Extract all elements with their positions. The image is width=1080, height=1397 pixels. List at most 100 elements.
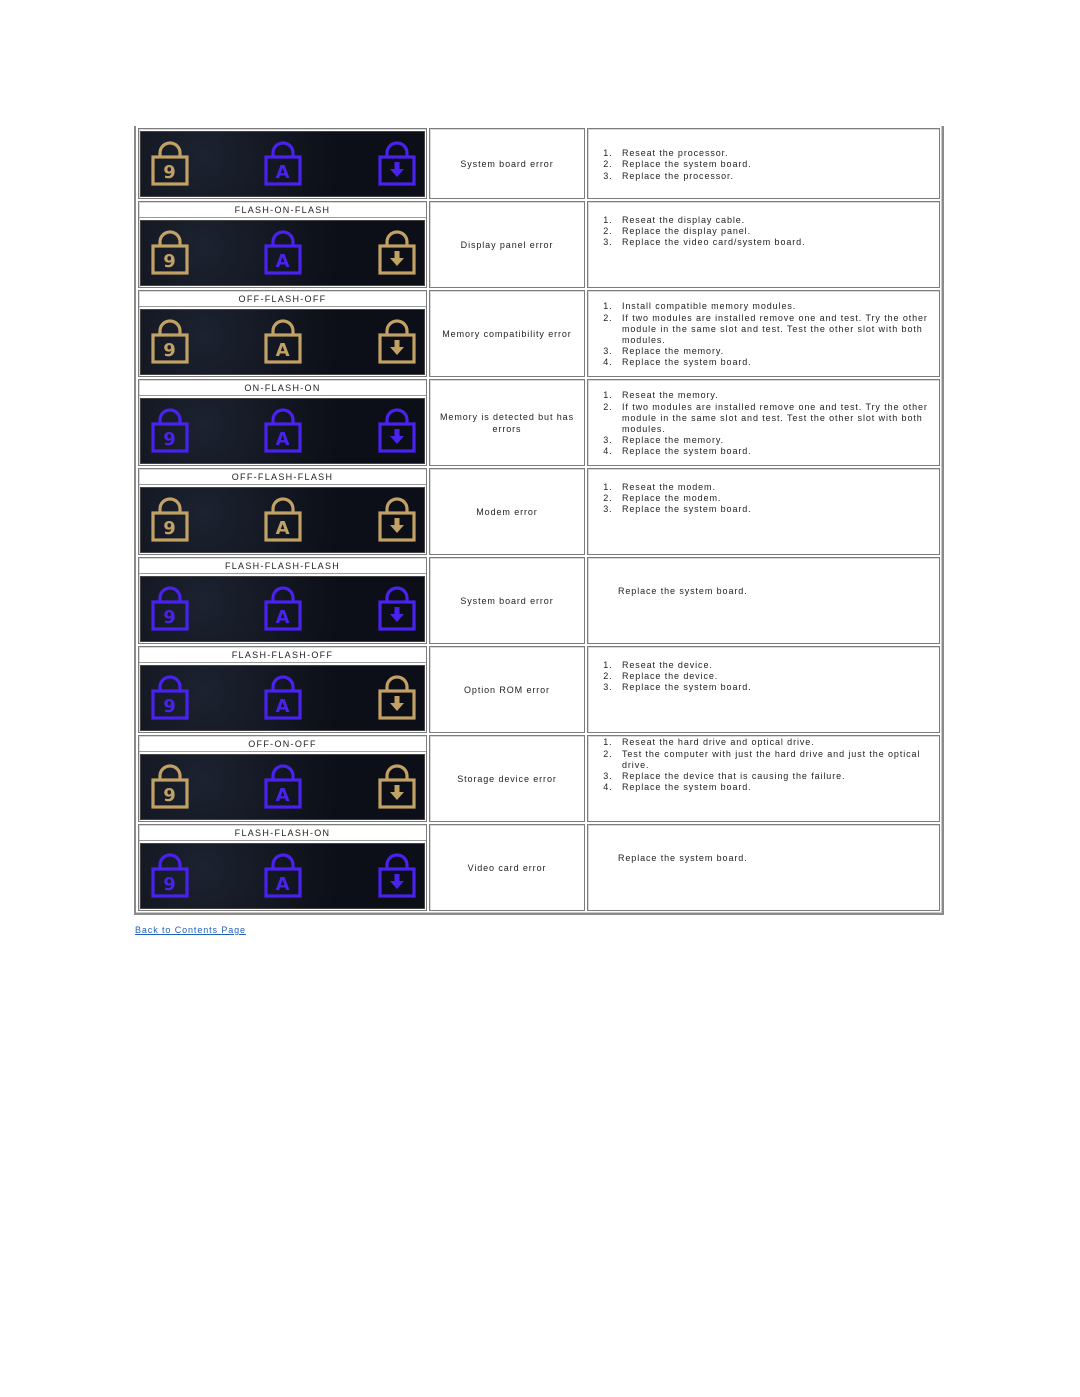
resolution-steps: Reseat the modem.Replace the modem.Repla…	[588, 482, 939, 516]
resolution-cell: Reseat the display cable.Replace the dis…	[587, 201, 940, 288]
resolution-cell: Reseat the modem.Replace the modem.Repla…	[587, 468, 940, 555]
led-pattern-cell: OFF-FLASH-FLASH 9A	[138, 468, 427, 555]
led-pattern-cell: 9A	[138, 128, 427, 199]
caps-lock-icon: A	[264, 318, 302, 364]
num-lock-icon: 9	[151, 674, 189, 720]
a-glyph: A	[276, 340, 291, 361]
resolution-cell: Replace the system board.	[587, 824, 940, 911]
down-arrow-glyph	[390, 873, 404, 889]
led-panel-image: 9A	[140, 397, 425, 464]
led-panel-image: 9A	[140, 842, 425, 909]
num-lock-icon: 9	[151, 585, 189, 631]
resolution-step: Replace the system board.	[618, 853, 748, 863]
a-glyph: A	[276, 518, 291, 539]
resolution-step: Replace the system board.	[616, 357, 939, 368]
num-lock-icon: 9	[151, 318, 189, 364]
resolution-step: Reseat the display cable.	[616, 215, 939, 226]
caps-lock-icon: A	[264, 674, 302, 720]
num-lock-icon: 9	[151, 496, 189, 542]
resolution-cell: Reseat the hard drive and optical drive.…	[587, 735, 940, 822]
scroll-lock-icon	[378, 229, 416, 275]
led-panel-image: 9A	[140, 486, 425, 553]
error-description: System board error	[429, 557, 585, 644]
down-arrow-glyph	[390, 606, 404, 622]
resolution-step: Replace the memory.	[616, 346, 939, 357]
nine-glyph: 9	[163, 429, 176, 450]
table-row: OFF-FLASH-OFF 9A Memory compatibility er…	[138, 290, 940, 377]
num-lock-icon: 9	[151, 229, 189, 275]
scroll-lock-icon	[378, 763, 416, 809]
down-arrow-glyph	[390, 784, 404, 800]
led-panel-image: 9A	[140, 219, 425, 286]
resolution-step: Replace the system board.	[616, 504, 939, 515]
resolution-step: Replace the system board.	[616, 159, 939, 170]
back-to-contents-link[interactable]: Back to Contents Page	[135, 925, 246, 935]
a-glyph: A	[276, 251, 291, 272]
caps-lock-icon: A	[264, 229, 302, 275]
resolution-steps: Reseat the device.Replace the device.Rep…	[588, 660, 939, 694]
table-row: 9A System board error Reseat the process…	[138, 128, 940, 199]
a-glyph: A	[276, 429, 291, 450]
resolution-step: Test the computer with just the hard dri…	[616, 749, 939, 771]
led-pattern-label: OFF-FLASH-FLASH	[139, 470, 426, 485]
led-pattern-label: FLASH-FLASH-FLASH	[139, 559, 426, 574]
resolution-step: Reseat the device.	[616, 660, 939, 671]
diagnostic-led-table: 9A System board error Reseat the process…	[134, 126, 944, 915]
led-pattern-cell: OFF-FLASH-OFF 9A	[138, 290, 427, 377]
caps-lock-icon: A	[264, 763, 302, 809]
resolution-step: Replace the modem.	[616, 493, 939, 504]
led-pattern-label: OFF-ON-OFF	[139, 737, 426, 752]
led-panel-image: 9A	[140, 575, 425, 642]
resolution-step: Replace the system board.	[616, 446, 939, 457]
led-pattern-cell: OFF-ON-OFF 9 A	[138, 735, 427, 822]
resolution-step: Replace the system board.	[618, 586, 748, 596]
resolution-step: Replace the system board.	[616, 682, 939, 693]
num-lock-icon: 9	[151, 852, 189, 898]
resolution-step: If two modules are installed remove one …	[616, 313, 939, 347]
resolution-step: Replace the device.	[616, 671, 939, 682]
led-panel-image: 9A	[140, 308, 425, 375]
error-description: Option ROM error	[429, 646, 585, 733]
led-pattern-cell: FLASH-FLASH-OFF 9A	[138, 646, 427, 733]
resolution-steps: Reseat the display cable.Replace the dis…	[588, 215, 939, 249]
resolution-cell: Reseat the processor.Replace the system …	[587, 128, 940, 199]
resolution-steps: Reseat the hard drive and optical drive.…	[588, 737, 939, 793]
scroll-lock-icon	[378, 674, 416, 720]
error-description: Memory is detected but has errors	[429, 379, 585, 466]
num-lock-icon: 9	[151, 763, 189, 809]
resolution-step: Reseat the hard drive and optical drive.	[616, 737, 939, 748]
resolution-step: Reseat the memory.	[616, 390, 939, 401]
led-pattern-label: FLASH-FLASH-ON	[139, 826, 426, 841]
resolution-steps: Reseat the processor.Replace the system …	[588, 148, 939, 182]
resolution-step: Reseat the processor.	[616, 148, 939, 159]
scroll-lock-icon	[378, 852, 416, 898]
table-row: OFF-FLASH-FLASH 9A Modem error Reseat th…	[138, 468, 940, 555]
table-row: FLASH-FLASH-FLASH 9A System board error …	[138, 557, 940, 644]
error-description: Display panel error	[429, 201, 585, 288]
resolution-step: Replace the memory.	[616, 435, 939, 446]
error-description: Modem error	[429, 468, 585, 555]
table-row: OFF-ON-OFF 9 A Storage device error Resea…	[138, 735, 940, 822]
led-pattern-cell: FLASH-ON-FLASH 9A	[138, 201, 427, 288]
nine-glyph: 9	[163, 785, 176, 806]
caps-lock-icon: A	[264, 585, 302, 631]
error-description: Storage device error	[429, 735, 585, 822]
scroll-lock-icon	[378, 496, 416, 542]
nine-glyph: 9	[163, 162, 176, 183]
led-panel-image: 9A	[140, 131, 425, 197]
table-row: FLASH-ON-FLASH 9A Display panel error Re…	[138, 201, 940, 288]
down-arrow-glyph	[390, 162, 404, 177]
table-row: FLASH-FLASH-ON 9A Video card error Repla…	[138, 824, 940, 911]
table-row: ON-FLASH-ON 9A Memory is detected but ha…	[138, 379, 940, 466]
resolution-step: Replace the display panel.	[616, 226, 939, 237]
num-lock-icon: 9	[151, 407, 189, 453]
a-glyph: A	[276, 874, 291, 895]
led-pattern-label: ON-FLASH-ON	[139, 381, 426, 396]
error-description: System board error	[429, 128, 585, 199]
down-arrow-glyph	[390, 695, 404, 711]
caps-lock-icon: A	[264, 407, 302, 453]
diagnostic-table-container: 9A System board error Reseat the process…	[134, 126, 944, 915]
resolution-step: Replace the processor.	[616, 171, 939, 182]
resolution-steps: Install compatible memory modules.If two…	[588, 301, 939, 368]
nine-glyph: 9	[163, 607, 176, 628]
